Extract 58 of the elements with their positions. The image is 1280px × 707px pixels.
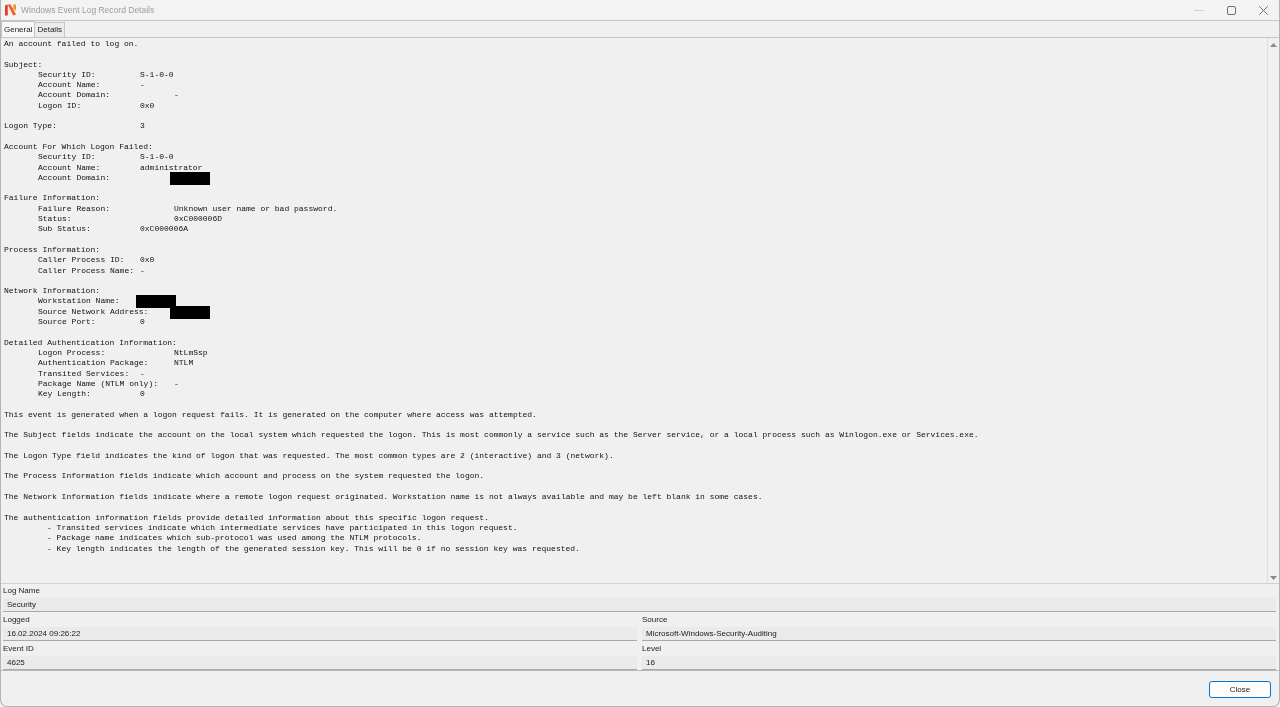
list-item: - Key length indicates the length of the generated session key. This will be 0 if no session key was requested. [47, 543, 580, 553]
field-line: Source Port: 0 [38, 317, 145, 326]
text-field[interactable]: 16 [642, 656, 1276, 670]
tab[interactable]: General [1, 21, 36, 37]
field-line: Security ID: S-1-0-0 [38, 69, 174, 79]
field-line: Account Name: - [38, 80, 145, 90]
section-heading: Failure Information: [4, 193, 100, 203]
field-line: Package Name (NTLM only): - [38, 378, 179, 388]
section-heading: Account For Which Logon Failed: [4, 141, 153, 151]
section-heading: Process Information: [4, 244, 100, 254]
scrollbar[interactable] [1267, 38, 1279, 583]
field-label: Source [642, 614, 668, 626]
description-line: The authentication information fields provide detailed information about this specific logon request. [4, 512, 489, 522]
field-label: Logged [3, 614, 30, 626]
field-line: Account Domain: [38, 172, 111, 182]
app-logo-icon [5, 4, 16, 16]
window-title: Windows Event Log Record Details [21, 5, 155, 15]
section-heading: Subject: [4, 59, 43, 69]
field-label: Log Name [3, 585, 40, 597]
list-item: - Package name indicates which sub-protocol was used among the NTLM protocols. [47, 533, 422, 543]
tab[interactable]: Details [34, 22, 65, 37]
description-line: The Network Information fields indicate where a remote logon request originated. Workstation name is not always available and may be left blank in some cases. [4, 492, 763, 502]
field-line: Logon Process: NtLmSsp [38, 347, 208, 357]
field-line: Failure Reason: Unknown user name or bad password. [38, 203, 338, 213]
description-line: An account failed to log on. [4, 39, 139, 48]
text-field[interactable]: Security [3, 598, 1276, 612]
description-line: The Subject fields indicate the account on the local system which requested the logon. This is most commonly a service such as the Server service, or a local process such as Winlogon.exe or Services.exe. [4, 430, 979, 440]
description-line: The Logon Type field indicates the kind of logon that was requested. The most common types are 2 (interactive) and 3 (network). [4, 450, 614, 460]
close-button[interactable]: Close [1209, 681, 1271, 698]
field-line: Sub Status: 0xC000006A [38, 224, 188, 234]
description-line: Logon Type: 3 [4, 121, 145, 131]
field-line: Logon ID: 0x0 [38, 100, 155, 110]
text-field[interactable]: 4625 [3, 656, 637, 670]
field-line: Workstation Name: [38, 296, 121, 306]
field-line: Status: 0xC000006D [38, 214, 222, 224]
triangle-up-icon[interactable] [1270, 43, 1277, 47]
description-line: The Process Information fields indicate which account and process on the system requested the logon. [4, 471, 485, 481]
maximize-icon [1226, 5, 1236, 15]
field-line: Security ID: S-1-0-0 [38, 152, 174, 162]
field-line: Caller Process Name: - [38, 265, 145, 275]
section-heading: Network Information: [4, 286, 100, 296]
list-item: - Transited services indicate which intermediate services have participated in this logon request. [47, 522, 518, 532]
field-label: Event ID [3, 643, 34, 655]
close-icon [1258, 5, 1268, 15]
minimize-icon [1194, 9, 1204, 11]
field-line: Source Network Address: [38, 306, 150, 316]
field-line: Transited Services: - [38, 368, 145, 378]
field-line: Account Domain: - [38, 90, 179, 100]
text-field[interactable]: Microsoft-Windows-Security-Auditing [642, 627, 1276, 641]
field-label: Level [642, 643, 662, 655]
text-field[interactable]: 16.02.2024 09:26:22 [3, 627, 637, 641]
triangle-down-icon[interactable] [1270, 576, 1277, 580]
field-line: Authentication Package: NTLM [38, 358, 194, 368]
field-line: Key Length: 0 [38, 389, 145, 399]
field-line: Caller Process ID: 0x0 [38, 255, 155, 265]
description-line: This event is generated when a logon request fails. It is generated on the computer where access was attempted. [4, 409, 537, 419]
section-heading: Detailed Authentication Information: [4, 337, 177, 347]
field-line: Account Name: administrator [38, 162, 203, 172]
